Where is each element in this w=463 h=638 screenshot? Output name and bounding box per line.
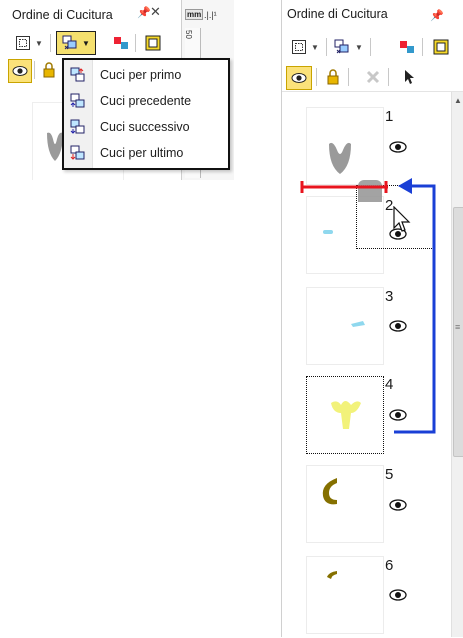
item-number: 6	[385, 557, 394, 574]
list-item-thumbnail[interactable]	[306, 107, 384, 185]
insert-position-marker	[300, 181, 388, 193]
panel-title: Ordine di Cucitura	[12, 8, 113, 22]
menu-item-stitch-previous[interactable]: Cuci precedente	[64, 88, 228, 113]
pin-icon[interactable]: 📌	[137, 6, 151, 19]
left-stitch-order-panel: Ordine di Cucitura 📌 ✕ mm .|.|¹ 50 30 ▼ …	[0, 0, 234, 180]
fit-view-icon[interactable]	[288, 36, 310, 58]
lock-icon[interactable]	[322, 66, 344, 88]
fit-view-dropdown-icon[interactable]: ▼	[310, 36, 320, 58]
delete-icon[interactable]	[362, 66, 384, 88]
list-item-thumbnail[interactable]	[306, 465, 384, 543]
menu-item-label: Cuci per ultimo	[100, 145, 184, 160]
item-number: 1	[385, 108, 394, 125]
panel-title: Ordine di Cucitura	[287, 7, 388, 21]
eye-icon[interactable]	[389, 588, 407, 606]
toolbar-row-2	[282, 63, 463, 92]
eye-toggle-icon[interactable]	[8, 59, 32, 83]
scroll-up-icon[interactable]: ▲	[454, 96, 462, 105]
frame-icon[interactable]	[430, 36, 452, 58]
fit-view-icon[interactable]	[12, 32, 34, 54]
stitch-last-icon	[64, 145, 92, 161]
toolbar-row-1: ▼ ▼	[282, 33, 463, 61]
stitch-order-dropdown-icon[interactable]: ▼	[354, 36, 364, 58]
eye-icon[interactable]	[389, 498, 407, 516]
item-number: 5	[385, 466, 394, 483]
menu-item-stitch-first[interactable]: Cuci per primo	[64, 62, 228, 87]
lock-icon[interactable]	[38, 59, 60, 81]
menu-item-stitch-last[interactable]: Cuci per ultimo	[64, 140, 228, 165]
color-sort-icon[interactable]	[110, 32, 132, 54]
close-icon[interactable]: ✕	[150, 4, 161, 20]
toolbar-row-1: ▼ ▼	[10, 30, 180, 56]
pin-icon[interactable]: 📌	[430, 9, 444, 22]
stitch-order-menu-button[interactable]: ▼	[56, 31, 96, 55]
list-item-thumbnail-selected[interactable]	[306, 376, 384, 454]
select-cursor-icon[interactable]	[398, 66, 420, 88]
stitch-next-icon	[64, 119, 92, 135]
eye-toggle-icon[interactable]	[286, 66, 312, 90]
stitch-previous-icon	[64, 93, 92, 109]
menu-item-label: Cuci precedente	[100, 93, 192, 108]
stitch-first-icon	[64, 67, 92, 83]
menu-item-stitch-next[interactable]: Cuci successivo	[64, 114, 228, 139]
stitch-order-menu-icon[interactable]	[332, 36, 354, 58]
vertical-scrollbar[interactable]: ▲ ≡	[451, 92, 463, 637]
ruler-ticks: .|.|¹	[204, 10, 217, 20]
frame-icon[interactable]	[142, 32, 164, 54]
eye-icon[interactable]	[389, 140, 407, 158]
stitch-order-dropdown-menu: Cuci per primo Cuci precedente Cuci succ…	[62, 58, 230, 170]
scroll-grip-icon: ≡	[455, 322, 461, 332]
list-item-thumbnail[interactable]	[306, 556, 384, 634]
menu-item-label: Cuci successivo	[100, 119, 190, 134]
scroll-thumb[interactable]	[453, 207, 463, 457]
mouse-cursor-icon	[393, 206, 411, 232]
unit-badge: mm	[185, 9, 204, 20]
ruler-mark-50: 50	[184, 30, 193, 39]
color-sort-icon[interactable]	[396, 36, 418, 58]
menu-item-label: Cuci per primo	[100, 67, 182, 82]
list-item-thumbnail[interactable]	[306, 287, 384, 365]
fit-view-dropdown-icon[interactable]: ▼	[34, 32, 44, 54]
